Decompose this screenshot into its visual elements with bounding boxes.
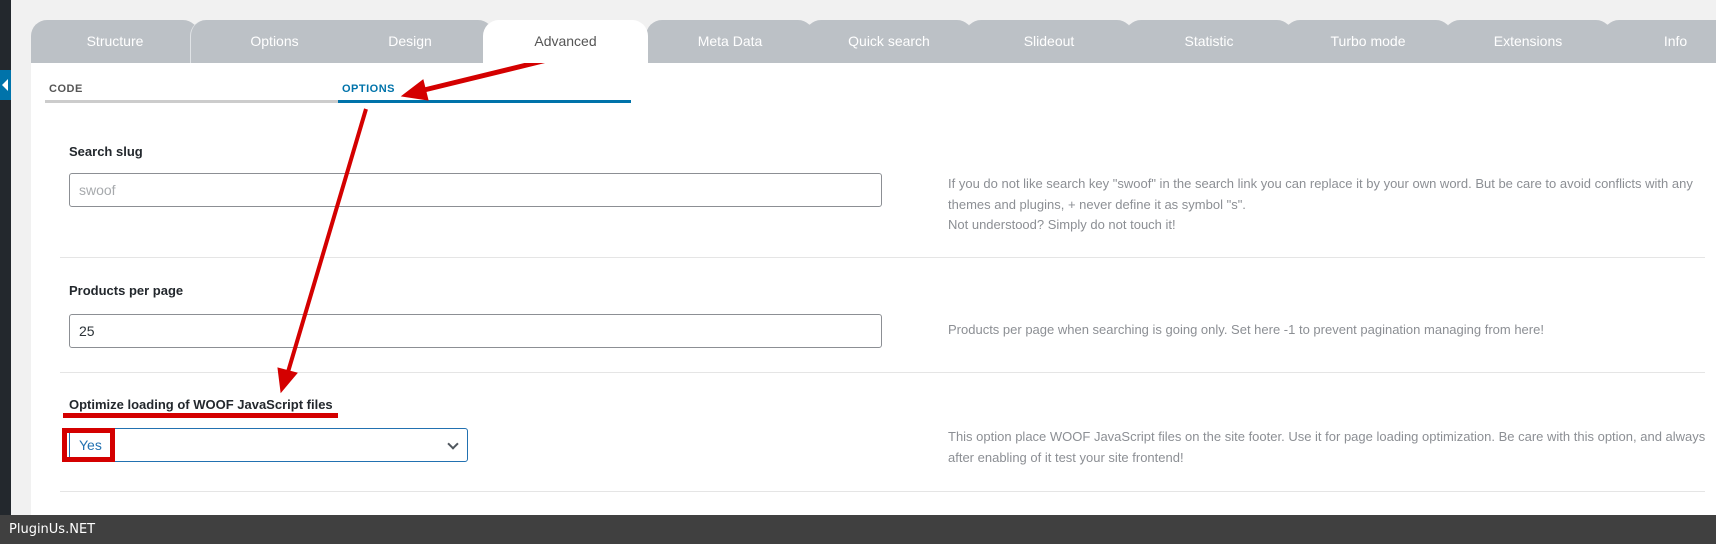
tab-structure[interactable]: Structure (31, 20, 199, 63)
chevron-down-icon (447, 438, 459, 450)
subtab-options[interactable]: OPTIONS (342, 83, 395, 95)
divider (60, 491, 1705, 492)
divider (60, 372, 1705, 373)
optimize-js-select[interactable]: Yes (69, 428, 468, 462)
subtabs: CODE OPTIONS (45, 83, 631, 103)
footer-watermark: PluginUs.NET (0, 515, 1716, 544)
search-slug-input[interactable]: swoof (69, 173, 882, 207)
tab-advanced[interactable]: Advanced (483, 20, 648, 63)
products-per-page-help: Products per page when searching is goin… (948, 322, 1544, 337)
products-per-page-input[interactable]: 25 (69, 314, 882, 348)
annotation-box (62, 428, 115, 462)
search-slug-help: If you do not like search key "swoof" in… (948, 174, 1708, 236)
optimize-js-label: Optimize loading of WOOF JavaScript file… (69, 397, 333, 412)
tab-design[interactable]: Design (326, 20, 494, 63)
divider (60, 257, 1705, 258)
help-text: If you do not like search key "swoof" in… (948, 176, 1693, 212)
tab-turbo-mode[interactable]: Turbo mode (1284, 20, 1452, 63)
tab-slideout[interactable]: Slideout (965, 20, 1133, 63)
products-per-page-label: Products per page (69, 283, 184, 298)
admin-sidebar (0, 0, 11, 515)
subtab-code[interactable]: CODE (49, 83, 83, 95)
advanced-panel: CODE OPTIONS Search slug swoof If you do… (31, 63, 1716, 515)
tab-extensions[interactable]: Extensions (1444, 20, 1612, 63)
tab-quick-search[interactable]: Quick search (805, 20, 973, 63)
search-slug-label: Search slug (69, 144, 143, 159)
active-subtab-underline (338, 100, 631, 103)
tab-statistic[interactable]: Statistic (1125, 20, 1293, 63)
tab-meta-data[interactable]: Meta Data (646, 20, 814, 63)
help-text: Not understood? Simply do not touch it! (948, 217, 1176, 232)
optimize-js-help: This option place WOOF JavaScript files … (948, 429, 1706, 465)
tab-info[interactable]: Info (1603, 20, 1716, 63)
main-tabs: Structure Options Design Advanced Meta D… (31, 20, 1716, 63)
active-menu-indicator (0, 70, 11, 100)
annotation-underline (63, 413, 338, 418)
